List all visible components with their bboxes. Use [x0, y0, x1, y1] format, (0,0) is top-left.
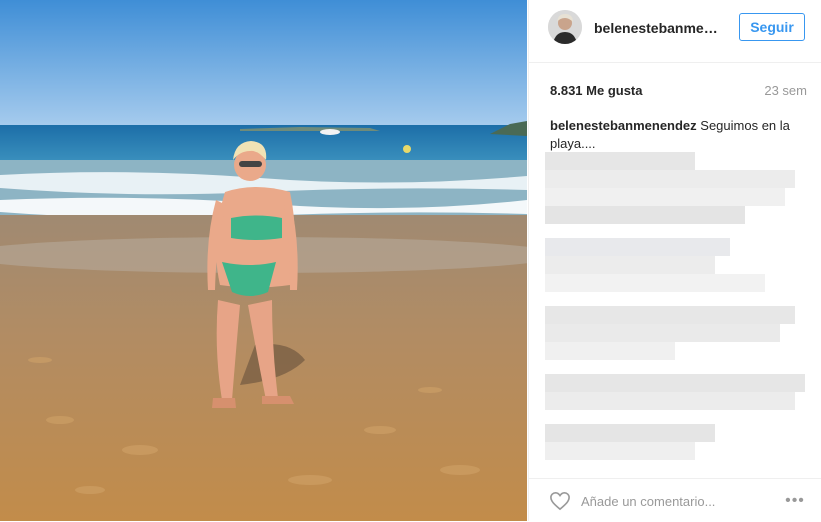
post-caption: belenestebanmenendez Seguimos en la play…: [550, 117, 800, 153]
avatar[interactable]: [548, 10, 582, 44]
blurred-comments: [545, 152, 811, 462]
more-options-icon[interactable]: •••: [782, 492, 808, 510]
post-details-panel: belenestebanmenendez Seguir 8.831 Me gus…: [528, 0, 821, 521]
follow-button[interactable]: Seguir: [739, 13, 805, 41]
comment-bar: •••: [529, 478, 821, 522]
post-header: belenestebanmenendez Seguir: [529, 0, 821, 63]
beach-photo-image: [0, 0, 527, 521]
username-link[interactable]: belenestebanmenendez: [594, 20, 724, 36]
post-time[interactable]: 23 sem: [764, 83, 807, 98]
comment-input[interactable]: [581, 490, 751, 512]
avatar-image: [548, 10, 582, 44]
heart-icon[interactable]: [549, 491, 571, 511]
post-photo[interactable]: [0, 0, 527, 521]
caption-username[interactable]: belenestebanmenendez: [550, 118, 697, 133]
likes-count[interactable]: 8.831 Me gusta: [550, 83, 643, 98]
